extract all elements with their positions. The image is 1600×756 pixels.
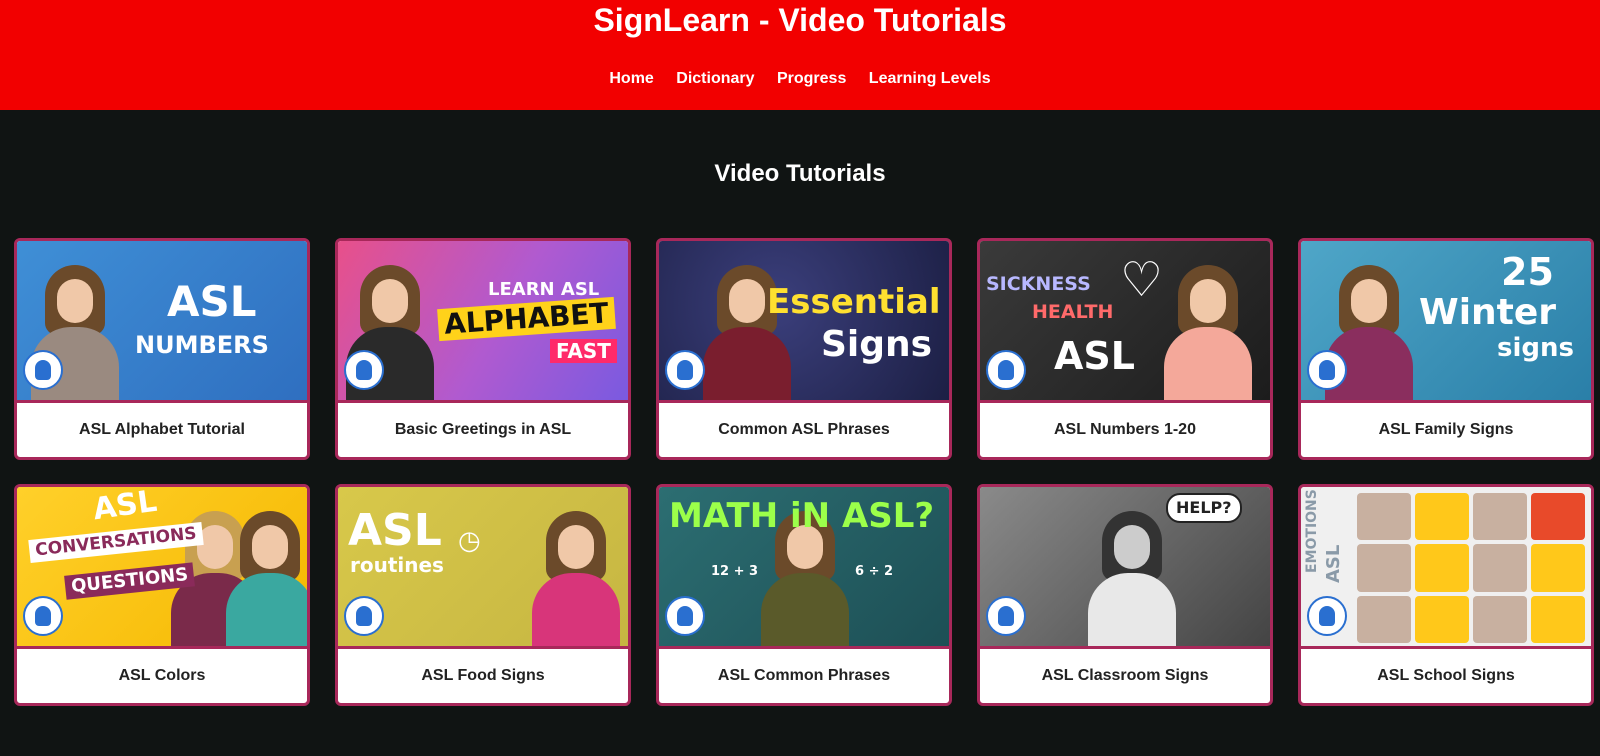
video-title: ASL Alphabet Tutorial (79, 421, 245, 438)
thumbnail-text: Signs (821, 324, 933, 365)
video-card-phrases[interactable]: Essential Signs Common ASL Phrases (656, 238, 952, 460)
video-card-alphabet[interactable]: ASL NUMBERS ASL Alphabet Tutorial (14, 238, 310, 460)
app-title: SignLearn - Video Tutorials (593, 2, 1007, 38)
video-title: Basic Greetings in ASL (394, 421, 572, 438)
thumbnail-text: NUMBERS (135, 331, 269, 359)
thumbnail-text: ASL (1323, 544, 1344, 583)
thumbnail-text: ASL (348, 505, 442, 556)
video-title: ASL Classroom Signs (1041, 667, 1209, 684)
channel-logo-icon (986, 596, 1026, 636)
main-nav: Home Dictionary Progress Learning Levels (0, 70, 1600, 88)
nav-learning-levels-link[interactable]: Learning Levels (869, 70, 991, 88)
thumbnail-text: Essential (767, 282, 941, 322)
video-card-colors[interactable]: ASL CONVERSATIONS QUESTIONS ASL Colors (14, 484, 310, 706)
video-title: ASL Common Phrases (717, 667, 891, 684)
section-title: Video Tutorials (714, 160, 886, 187)
video-thumbnail[interactable]: EMOTIONS ASL (1301, 487, 1591, 649)
thumbnail-text: Winter (1419, 292, 1557, 333)
video-thumbnail[interactable]: ASL routines ◷ (338, 487, 628, 649)
video-thumbnail[interactable]: ASL CONVERSATIONS QUESTIONS (17, 487, 307, 649)
thumbnail-text: ASL (1054, 334, 1135, 378)
channel-logo-icon (344, 596, 384, 636)
thumbnail-text: signs (1497, 333, 1574, 363)
thumbnail-text: HELP? (1166, 493, 1242, 523)
video-card-family[interactable]: 25 Winter signs ASL Family Signs (1298, 238, 1594, 460)
thumbnail-text: LEARN ASL (488, 279, 600, 300)
thumbnail-text: routines (350, 553, 444, 577)
thumbnail-text: 6 ÷ 2 (855, 564, 894, 579)
video-card-food[interactable]: ASL routines ◷ ASL Food Signs (335, 484, 631, 706)
channel-logo-icon (23, 596, 63, 636)
video-thumbnail[interactable]: 25 Winter signs (1301, 241, 1591, 403)
presenter-image (528, 511, 624, 646)
nav-progress-link[interactable]: Progress (777, 70, 846, 88)
channel-logo-icon (665, 350, 705, 390)
video-title: Common ASL Phrases (718, 421, 890, 438)
channel-logo-icon (1307, 350, 1347, 390)
channel-logo-icon (1307, 596, 1347, 636)
video-thumbnail[interactable]: HELP? (980, 487, 1270, 649)
thumbnail-text: ASL (167, 277, 257, 326)
video-thumbnail[interactable]: Essential Signs (659, 241, 949, 403)
thumbnail-text: HEALTH (1032, 301, 1114, 323)
presenter-image (1160, 265, 1256, 400)
thumbnail-text: SICKNESS (986, 273, 1091, 295)
thumbnail-text: EMOTIONS (1304, 489, 1320, 573)
heart-icon: ♡ (1120, 254, 1164, 307)
video-card-school[interactable]: EMOTIONS ASL ASL School Signs (1298, 484, 1594, 706)
thumbnail-text: 25 (1501, 250, 1554, 294)
video-title: ASL Family Signs (1378, 421, 1514, 438)
video-thumbnail[interactable]: LEARN ASL ALPHABET FAST (338, 241, 628, 403)
thumbnail-text: MATH iN ASL? (669, 496, 935, 536)
video-title: ASL Food Signs (421, 667, 545, 684)
video-thumbnail[interactable]: SICKNESS HEALTH ASL ♡ (980, 241, 1270, 403)
channel-logo-icon (986, 350, 1026, 390)
video-thumbnail[interactable]: MATH iN ASL? 12 + 3 6 ÷ 2 (659, 487, 949, 649)
channel-logo-icon (665, 596, 705, 636)
thumbnail-text: ASL (90, 487, 160, 528)
emoji-grid (1357, 493, 1585, 643)
video-title: ASL School Signs (1377, 667, 1515, 684)
video-thumbnail[interactable]: ASL NUMBERS (17, 241, 307, 403)
presenter-image (1084, 511, 1180, 646)
nav-home-link[interactable]: Home (609, 70, 653, 88)
channel-logo-icon (344, 350, 384, 390)
video-title: ASL Numbers 1-20 (1054, 421, 1196, 438)
channel-logo-icon (23, 350, 63, 390)
video-title: ASL Colors (118, 667, 206, 684)
nav-dictionary-link[interactable]: Dictionary (676, 70, 754, 88)
clock-icon: ◷ (458, 525, 481, 555)
presenter-image (222, 511, 307, 646)
site-header: SignLearn - Video Tutorials Home Diction… (0, 0, 1600, 110)
video-card-numbers[interactable]: SICKNESS HEALTH ASL ♡ ASL Numbers 1-20 (977, 238, 1273, 460)
video-card-common-phrases[interactable]: MATH iN ASL? 12 + 3 6 ÷ 2 ASL Common Phr… (656, 484, 952, 706)
thumbnail-text: ALPHABET (437, 296, 616, 342)
thumbnail-text: 12 + 3 (711, 564, 759, 579)
video-card-classroom[interactable]: HELP? ASL Classroom Signs (977, 484, 1273, 706)
video-grid: ASL NUMBERS ASL Alphabet Tutorial LEARN … (14, 238, 1596, 706)
thumbnail-text: FAST (550, 339, 617, 363)
video-card-greetings[interactable]: LEARN ASL ALPHABET FAST Basic Greetings … (335, 238, 631, 460)
